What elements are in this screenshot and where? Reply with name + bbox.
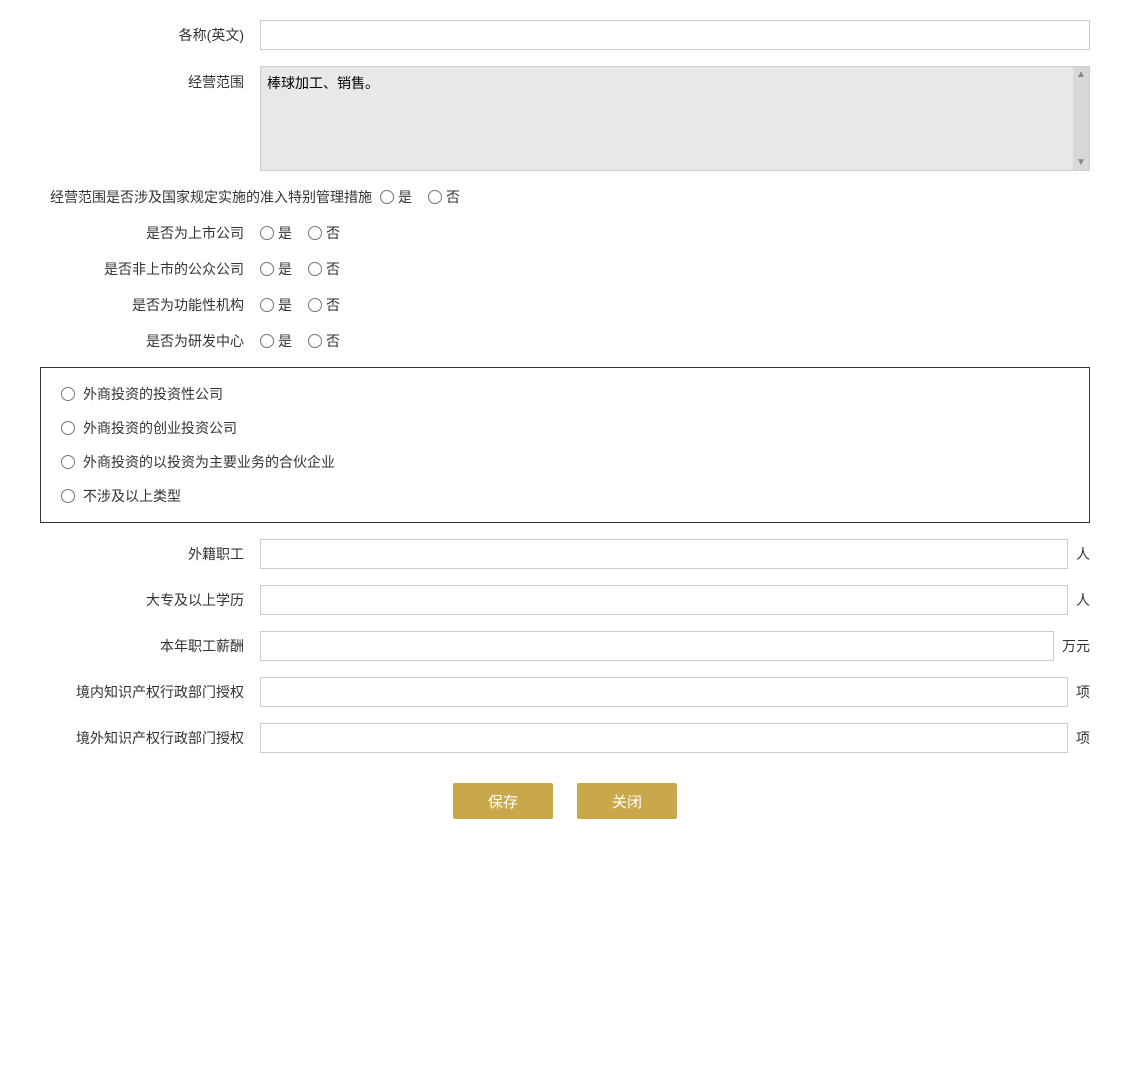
college-education-input[interactable] (260, 585, 1068, 615)
functional-yes-label: 是 (278, 295, 292, 315)
college-education-label: 大专及以上学历 (40, 590, 260, 610)
special-mgmt-yes-radio[interactable] (380, 190, 394, 204)
special-mgmt-label: 经营范围是否涉及国家规定实施的准入特别管理措施 (40, 187, 380, 207)
not-applicable-label: 不涉及以上类型 (83, 486, 181, 506)
special-mgmt-yes-label: 是 (398, 187, 412, 207)
rd-no-label: 否 (326, 331, 340, 351)
scroll-up-icon[interactable]: ▲ (1076, 69, 1086, 80)
functional-no-radio[interactable] (308, 298, 322, 312)
scope-row: 经营范围 棒球加工、销售。 ▲ ▼ (40, 66, 1090, 171)
rd-no-radio[interactable] (308, 334, 322, 348)
public-company-row: 是否非上市的公众公司 是 否 (40, 259, 1090, 279)
listed-yes-label: 是 (278, 223, 292, 243)
venture-capital-label: 外商投资的创业投资公司 (83, 418, 237, 438)
special-mgmt-radio-group: 是 否 (380, 187, 460, 207)
listed-no-radio[interactable] (308, 226, 322, 240)
venture-capital-option[interactable]: 外商投资的创业投资公司 (61, 418, 1069, 438)
rd-center-label: 是否为研发中心 (40, 331, 260, 351)
functional-org-row: 是否为功能性机构 是 否 (40, 295, 1090, 315)
special-mgmt-yes[interactable]: 是 (380, 187, 412, 207)
venture-capital-radio[interactable] (61, 421, 75, 435)
scroll-down-icon[interactable]: ▼ (1076, 157, 1086, 168)
domestic-ip-unit: 项 (1076, 682, 1090, 702)
public-company-label: 是否非上市的公众公司 (40, 259, 260, 279)
foreign-ip-unit: 项 (1076, 728, 1090, 748)
foreign-ip-input[interactable] (260, 723, 1068, 753)
scope-textarea[interactable]: 棒球加工、销售。 (261, 67, 1089, 167)
not-applicable-option[interactable]: 不涉及以上类型 (61, 486, 1069, 506)
partnership-label: 外商投资的以投资为主要业务的合伙企业 (83, 452, 335, 472)
domestic-ip-input[interactable] (260, 677, 1068, 707)
investment-company-radio[interactable] (61, 387, 75, 401)
name-en-input[interactable] (260, 20, 1090, 50)
public-yes-radio[interactable] (260, 262, 274, 276)
rd-yes-radio[interactable] (260, 334, 274, 348)
scrollbar[interactable]: ▲ ▼ (1073, 67, 1089, 170)
college-education-row: 大专及以上学历 人 (40, 585, 1090, 615)
rd-center-row: 是否为研发中心 是 否 (40, 331, 1090, 351)
functional-no[interactable]: 否 (308, 295, 340, 315)
name-en-label: 各称(英文) (40, 25, 260, 45)
close-button[interactable]: 关闭 (577, 783, 677, 819)
scope-label: 经营范围 (40, 66, 260, 92)
annual-salary-input[interactable] (260, 631, 1054, 661)
domestic-ip-row: 境内知识产权行政部门授权 项 (40, 677, 1090, 707)
foreign-staff-unit: 人 (1076, 544, 1090, 564)
listed-company-label: 是否为上市公司 (40, 223, 260, 243)
investment-company-option[interactable]: 外商投资的投资性公司 (61, 384, 1069, 404)
foreign-staff-input[interactable] (260, 539, 1068, 569)
partnership-radio[interactable] (61, 455, 75, 469)
rd-yes-label: 是 (278, 331, 292, 351)
special-mgmt-no[interactable]: 否 (428, 187, 460, 207)
listed-company-row: 是否为上市公司 是 否 (40, 223, 1090, 243)
save-button[interactable]: 保存 (453, 783, 553, 819)
rd-no[interactable]: 否 (308, 331, 340, 351)
foreign-ip-label: 境外知识产权行政部门授权 (40, 728, 260, 748)
not-applicable-radio[interactable] (61, 489, 75, 503)
button-row: 保存 关闭 (40, 783, 1090, 819)
listed-company-radio-group: 是 否 (260, 223, 340, 243)
annual-salary-row: 本年职工薪酬 万元 (40, 631, 1090, 661)
listed-yes-radio[interactable] (260, 226, 274, 240)
annual-salary-unit: 万元 (1062, 636, 1090, 656)
rd-center-radio-group: 是 否 (260, 331, 340, 351)
public-no-radio[interactable] (308, 262, 322, 276)
functional-no-label: 否 (326, 295, 340, 315)
investment-company-label: 外商投资的投资性公司 (83, 384, 223, 404)
college-education-unit: 人 (1076, 590, 1090, 610)
functional-org-radio-group: 是 否 (260, 295, 340, 315)
scope-textarea-wrapper: 棒球加工、销售。 ▲ ▼ (260, 66, 1090, 171)
special-mgmt-no-radio[interactable] (428, 190, 442, 204)
rd-yes[interactable]: 是 (260, 331, 292, 351)
domestic-ip-label: 境内知识产权行政部门授权 (40, 682, 260, 702)
partnership-option[interactable]: 外商投资的以投资为主要业务的合伙企业 (61, 452, 1069, 472)
foreign-ip-row: 境外知识产权行政部门授权 项 (40, 723, 1090, 753)
functional-yes-radio[interactable] (260, 298, 274, 312)
annual-salary-label: 本年职工薪酬 (40, 636, 260, 656)
listed-yes[interactable]: 是 (260, 223, 292, 243)
functional-org-label: 是否为功能性机构 (40, 295, 260, 315)
special-mgmt-no-label: 否 (446, 187, 460, 207)
functional-yes[interactable]: 是 (260, 295, 292, 315)
special-type-box: 外商投资的投资性公司 外商投资的创业投资公司 外商投资的以投资为主要业务的合伙企… (40, 367, 1090, 523)
public-no-label: 否 (326, 259, 340, 279)
form-container: 各称(英文) 经营范围 棒球加工、销售。 ▲ ▼ 经营范围是否涉及国家规定实施的… (40, 20, 1090, 819)
name-en-row: 各称(英文) (40, 20, 1090, 50)
special-mgmt-row: 经营范围是否涉及国家规定实施的准入特别管理措施 是 否 (40, 187, 1090, 207)
public-no[interactable]: 否 (308, 259, 340, 279)
public-company-radio-group: 是 否 (260, 259, 340, 279)
listed-no-label: 否 (326, 223, 340, 243)
foreign-staff-label: 外籍职工 (40, 544, 260, 564)
public-yes-label: 是 (278, 259, 292, 279)
foreign-staff-row: 外籍职工 人 (40, 539, 1090, 569)
public-yes[interactable]: 是 (260, 259, 292, 279)
listed-no[interactable]: 否 (308, 223, 340, 243)
